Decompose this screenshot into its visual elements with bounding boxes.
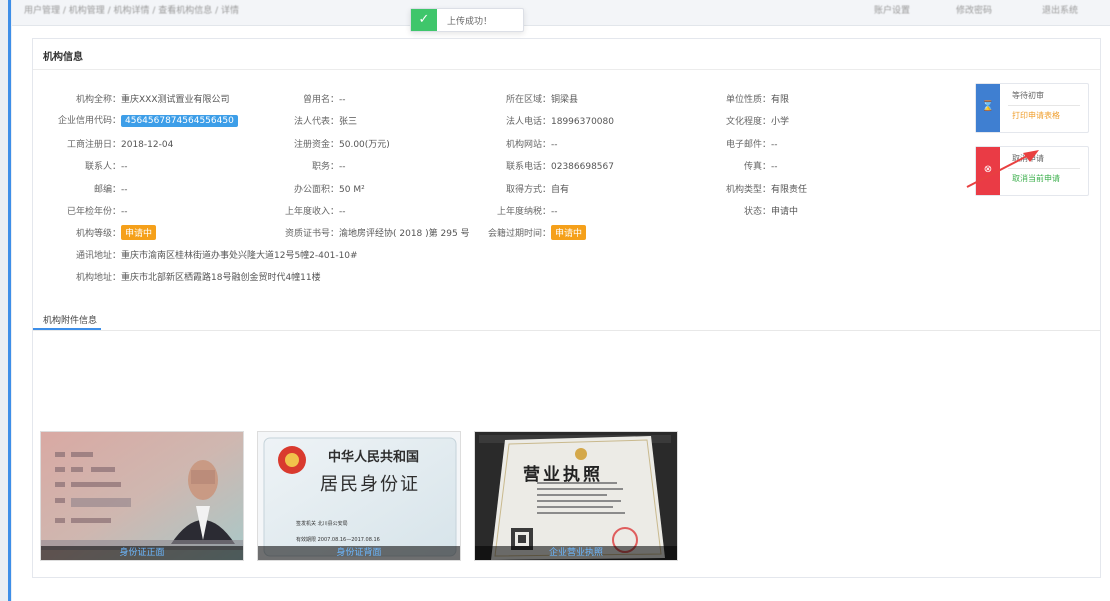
- field-reg-capital: 注册资金：50.00(万元): [293, 140, 390, 150]
- attachment-id-front[interactable]: 身份证正面: [40, 431, 244, 561]
- business-license-image: [475, 432, 677, 560]
- annotation-arrow: [966, 150, 1039, 188]
- tab-attachments[interactable]: 机构附件信息: [43, 313, 97, 326]
- attachment-business-license[interactable]: 营业执照 企业营业执照: [474, 431, 678, 561]
- credit-code-badge: 4564567874564556450: [121, 115, 238, 127]
- field-cert-no: 资质证书号：渝地房评经协( 2018 )第 295 号: [284, 229, 470, 239]
- field-org-type: 机构类型：有限责任: [725, 185, 808, 195]
- print-application-link[interactable]: 打印申请表格: [1012, 110, 1060, 121]
- org-level-badge: 申请中: [121, 225, 157, 240]
- panel-header: 机构信息: [33, 39, 1100, 70]
- field-status: 状态：申请中: [743, 207, 799, 217]
- waiting-review-title: 等待初审: [1012, 91, 1044, 100]
- field-last-tax: 上年度纳税：--: [496, 207, 558, 217]
- field-legal-phone: 法人电话：18996370080: [505, 117, 614, 127]
- check-icon: ✓: [411, 9, 437, 31]
- idcard-country: 中华人民共和国: [328, 450, 420, 465]
- attachment-caption: 企业营业执照: [475, 546, 677, 560]
- idcard-validity: 有效期限 2007.08.16—2017.08.16: [296, 537, 380, 543]
- id-front-image: [41, 432, 243, 560]
- field-acquire-method: 取得方式：自有: [505, 185, 570, 195]
- field-legal-rep: 法人代表：张三: [293, 117, 358, 127]
- field-postcode: 邮编：--: [93, 185, 128, 195]
- sidebar-accent-line: [8, 0, 11, 601]
- waiting-review-card: ⌛ 等待初审 打印申请表格: [975, 83, 1089, 133]
- hourglass-icon: ⌛: [981, 101, 995, 112]
- top-bar: 用户管理 / 机构管理 / 机构详情 / 查看机构信息 / 详情 账户设置 修改…: [12, 0, 1110, 26]
- license-title: 营业执照: [523, 465, 603, 485]
- field-position: 职务：--: [311, 162, 346, 172]
- logout-link[interactable]: 退出系统: [1042, 3, 1078, 16]
- field-used-name: 曾用名：--: [302, 95, 346, 105]
- account-settings-link[interactable]: 账户设置: [874, 3, 910, 16]
- field-office-area: 办公面积：50 M²: [293, 185, 365, 195]
- field-org-level: 机构等级： 申请中: [33, 225, 157, 240]
- field-fax: 传真：--: [743, 162, 778, 172]
- field-inspected-year: 已年检年份：--: [66, 207, 128, 217]
- toast-message: 上传成功！: [447, 17, 493, 27]
- field-reg-date: 工商注册日：2018-12-04: [66, 140, 174, 150]
- field-unit-nature: 单位性质：有限: [725, 95, 790, 105]
- field-contact-phone: 联系电话：02386698567: [505, 162, 614, 172]
- field-contact: 联系人：--: [84, 162, 128, 172]
- field-region: 所在区域：铜梁县: [505, 95, 579, 105]
- field-mail-address: 通讯地址：重庆市渝南区桂林街道办事处兴隆大道12号5幢2-401-10#: [75, 251, 358, 261]
- field-credit-code: 企业信用代码： 4564567874564556450: [33, 113, 238, 127]
- member-expire-badge: 申请中: [551, 225, 587, 240]
- upload-success-toast: ✓ 上传成功！: [410, 8, 524, 32]
- idcard-title: 居民身份证: [320, 474, 420, 495]
- field-education: 文化程度：小学: [725, 117, 790, 127]
- change-password-link[interactable]: 修改密码: [956, 3, 992, 16]
- left-sidebar-edge: [0, 0, 12, 601]
- field-website: 机构网站：--: [505, 140, 558, 150]
- idcard-authority: 签发机关 北川县公安局: [296, 521, 348, 527]
- field-last-income: 上年度收入：--: [284, 207, 346, 217]
- attachment-caption: 身份证背面: [258, 546, 460, 560]
- breadcrumb[interactable]: 用户管理 / 机构管理 / 机构详情 / 查看机构信息 / 详情: [24, 3, 239, 16]
- field-email: 电子邮件：--: [725, 140, 778, 150]
- attachment-id-back[interactable]: 中华人民共和国 居民身份证 签发机关 北川县公安局 有效期限 2007.08.1…: [257, 431, 461, 561]
- panel-title: 机构信息: [43, 52, 83, 63]
- field-full-name: 机构全称：重庆XXX测试置业有限公司: [75, 95, 230, 105]
- field-member-expire: 会籍过期时间： 申请中: [463, 225, 587, 240]
- field-org-address: 机构地址：重庆市北部新区栖霞路18号融创金贸时代4幢11楼: [75, 273, 321, 283]
- attachment-caption: 身份证正面: [41, 546, 243, 560]
- org-info-panel: 机构信息 机构全称：重庆XXX测试置业有限公司 曾用名：-- 所在区域：铜梁县 …: [32, 38, 1101, 578]
